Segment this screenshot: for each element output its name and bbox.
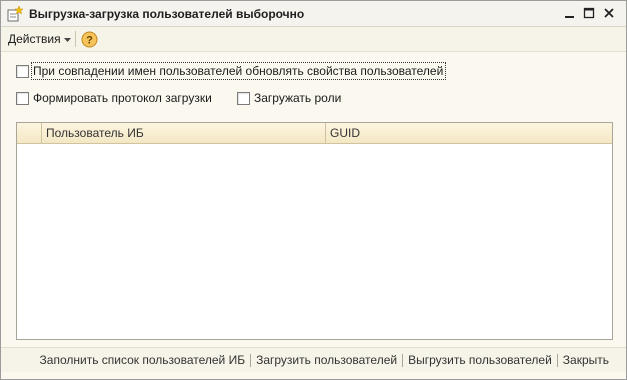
form-icon xyxy=(7,5,24,22)
unload-users-button[interactable]: Выгрузить пользователей xyxy=(403,353,557,367)
row-marker-header xyxy=(17,123,42,143)
toolbar-separator xyxy=(75,31,76,47)
roles-option[interactable]: Загружать роли xyxy=(237,91,341,105)
update-props-checkbox[interactable] xyxy=(16,64,29,78)
table-header: Пользователь ИБ GUID xyxy=(17,123,612,144)
close-button[interactable]: Закрыть xyxy=(558,353,614,367)
title-bar[interactable]: Выгрузка-загрузка пользователей выборочн… xyxy=(1,1,626,27)
footer-buttons: Заполнить список пользователей ИБ Загруз… xyxy=(35,353,614,367)
update-props-option[interactable]: При совпадении имен пользователей обновл… xyxy=(16,62,447,80)
svg-text:?: ? xyxy=(86,35,93,47)
users-table[interactable]: Пользователь ИБ GUID xyxy=(16,122,613,340)
load-users-button[interactable]: Загрузить пользователей xyxy=(251,353,402,367)
protocol-label: Формировать протокол загрузки xyxy=(33,91,212,105)
toolbar: Действия ? xyxy=(1,27,626,52)
actions-menu[interactable]: Действия xyxy=(5,30,74,48)
footer-bar: Заполнить список пользователей ИБ Загруз… xyxy=(1,347,626,372)
fill-users-button[interactable]: Заполнить список пользователей ИБ xyxy=(35,353,251,367)
close-icon[interactable] xyxy=(601,5,617,21)
column-header-user[interactable]: Пользователь ИБ xyxy=(42,123,326,143)
minimize-icon[interactable] xyxy=(562,5,578,21)
maximize-icon[interactable] xyxy=(581,5,597,21)
update-props-label: При совпадении имен пользователей обновл… xyxy=(30,62,447,80)
window-title: Выгрузка-загрузка пользователей выборочн… xyxy=(29,7,305,21)
roles-checkbox[interactable] xyxy=(237,91,250,105)
chevron-down-icon xyxy=(63,32,71,46)
question-icon[interactable]: ? xyxy=(81,31,98,48)
column-header-guid[interactable]: GUID xyxy=(326,123,612,143)
protocol-checkbox[interactable] xyxy=(16,91,29,105)
form-window: Выгрузка-загрузка пользователей выборочн… xyxy=(0,0,627,380)
roles-label: Загружать роли xyxy=(254,91,342,105)
protocol-option[interactable]: Формировать протокол загрузки xyxy=(16,91,212,105)
actions-menu-label: Действия xyxy=(8,32,61,46)
